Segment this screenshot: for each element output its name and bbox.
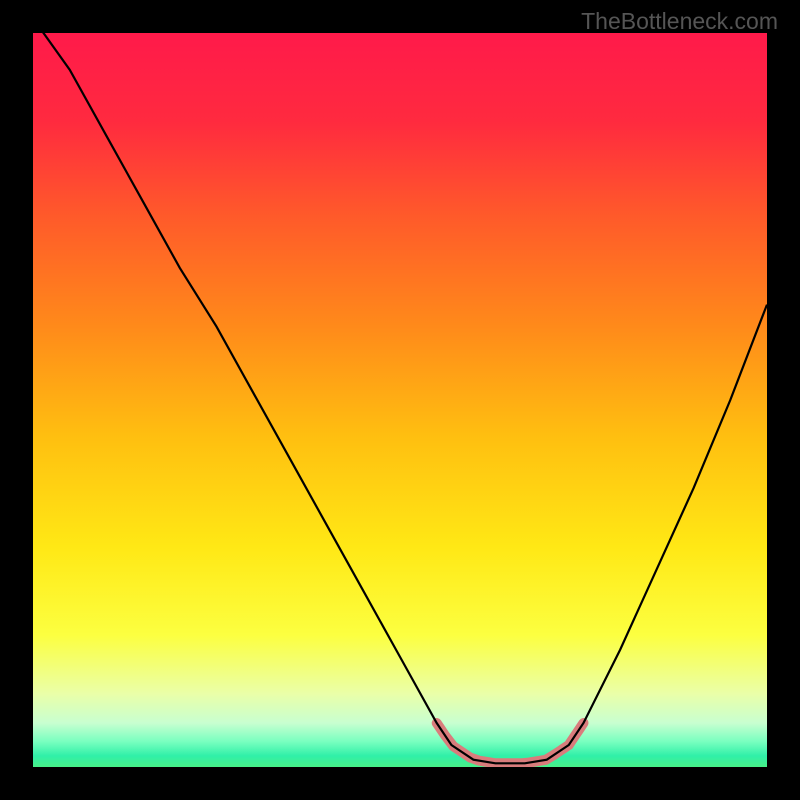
plot-area — [33, 33, 767, 767]
highlight-segment — [437, 723, 554, 763]
chart-svg — [33, 33, 767, 767]
watermark-text: TheBottleneck.com — [581, 8, 778, 35]
bottleneck-curve — [33, 33, 767, 763]
